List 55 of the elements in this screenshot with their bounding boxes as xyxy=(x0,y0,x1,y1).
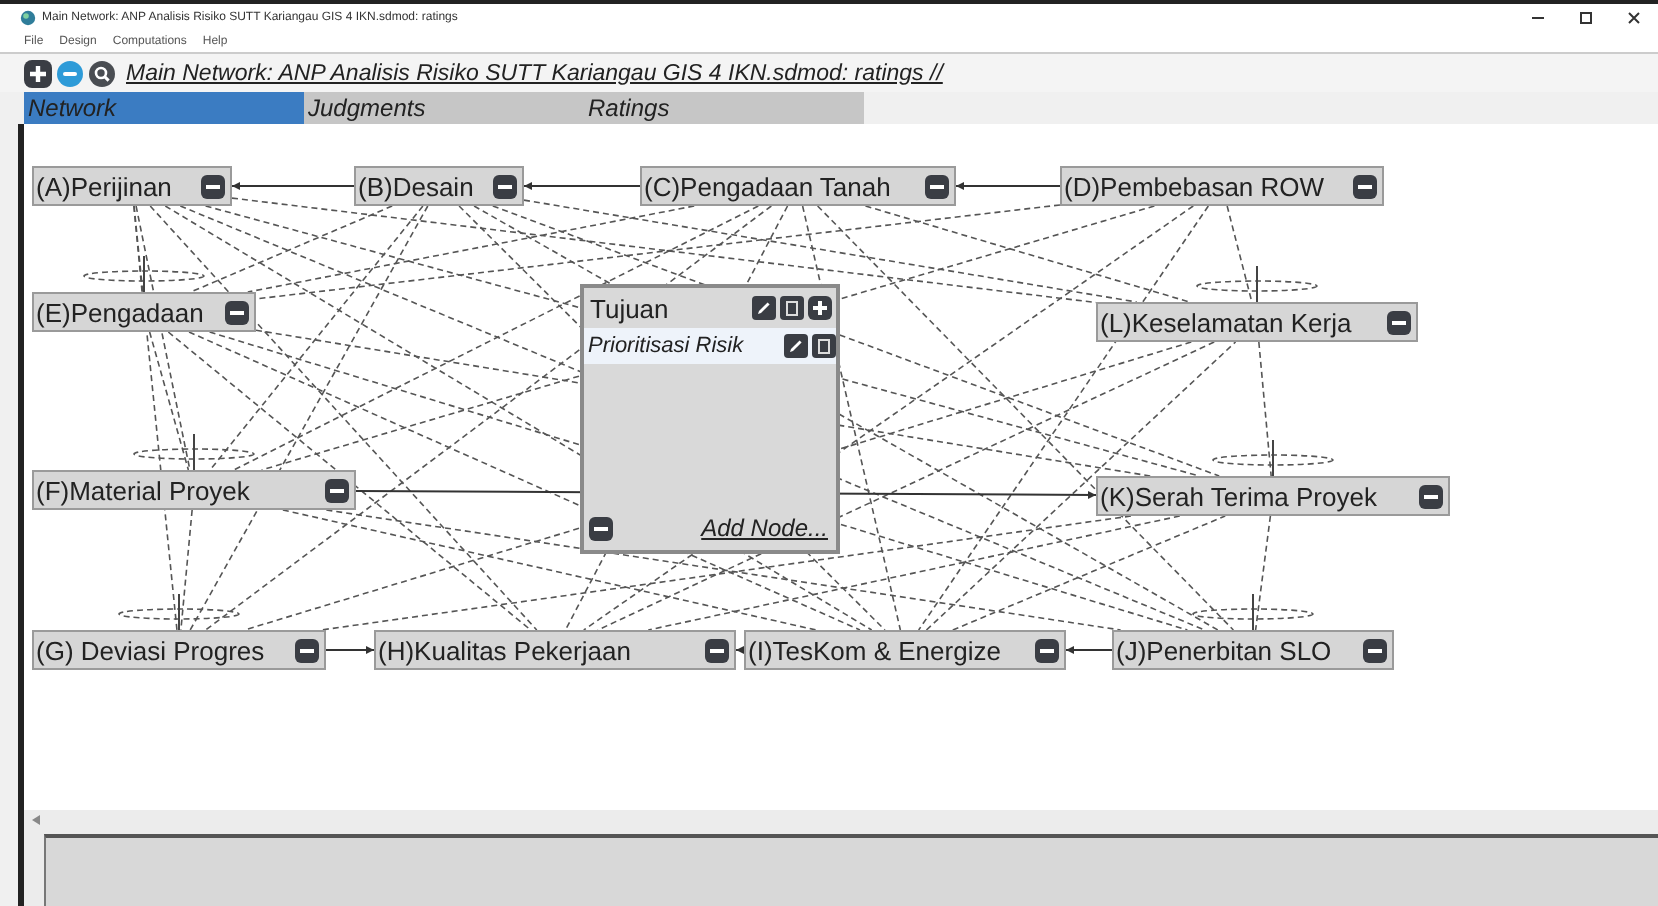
edit-icon[interactable] xyxy=(752,296,776,320)
loop-marker xyxy=(118,593,240,631)
panel-item[interactable]: Prioritisasi Risik xyxy=(584,328,836,364)
close-icon[interactable] xyxy=(1626,10,1642,26)
collapse-icon[interactable] xyxy=(324,477,350,503)
network-node[interactable]: (K)Serah Terima Proyek xyxy=(1096,476,1450,516)
collapse-icon[interactable] xyxy=(1362,637,1388,663)
connector-arrow xyxy=(523,182,641,190)
tab[interactable]: Ratings xyxy=(584,92,864,124)
network-node[interactable]: (I)TesKom & Energize xyxy=(744,630,1066,670)
edit-icon[interactable] xyxy=(784,334,808,358)
app-icon xyxy=(20,10,36,26)
collapse-icon[interactable] xyxy=(1352,173,1378,199)
collapse-icon[interactable] xyxy=(704,637,730,663)
network-node[interactable]: (D)Pembebasan ROW xyxy=(1060,166,1384,206)
delete-icon[interactable] xyxy=(812,334,836,358)
tab[interactable]: Judgments xyxy=(304,92,584,124)
collapse-icon[interactable] xyxy=(588,515,614,541)
network-node[interactable]: (L)Keselamatan Kerja xyxy=(1096,302,1418,342)
network-node[interactable]: (E)Pengadaan xyxy=(32,292,256,332)
search-icon[interactable] xyxy=(88,59,116,87)
loop-marker xyxy=(1212,439,1334,477)
collapse-icon[interactable] xyxy=(924,173,950,199)
connector-arrow xyxy=(231,182,355,190)
add-icon[interactable] xyxy=(24,59,52,87)
collapse-icon[interactable] xyxy=(294,637,320,663)
panel-title: Tujuan xyxy=(590,293,671,323)
collapse-icon[interactable] xyxy=(224,299,250,325)
loop-marker xyxy=(1192,593,1314,631)
item-label: Prioritisasi Risik xyxy=(588,334,746,358)
network-node[interactable]: (B)Desain xyxy=(354,166,524,206)
connector-arrow xyxy=(325,646,375,654)
network-node[interactable]: (H)Kualitas Pekerjaan xyxy=(374,630,736,670)
tab[interactable]: Network xyxy=(24,92,304,124)
collapse-icon[interactable] xyxy=(492,173,518,199)
loop-marker xyxy=(1196,265,1318,303)
connector-arrow xyxy=(1065,646,1113,654)
add-node-link[interactable]: Add Node... xyxy=(701,514,828,542)
network-node[interactable]: (A)Perijinan xyxy=(32,166,232,206)
loop-marker xyxy=(83,255,205,293)
collapse-icon[interactable] xyxy=(1034,637,1060,663)
loop-marker xyxy=(133,433,255,471)
collapse-icon[interactable] xyxy=(200,173,226,199)
add-icon[interactable] xyxy=(808,296,832,320)
network-node[interactable]: (C)Pengadaan Tanah xyxy=(640,166,956,206)
network-node[interactable]: (G) Deviasi Progres xyxy=(32,630,326,670)
connector-arrow xyxy=(955,182,1061,190)
collapse-icon[interactable] xyxy=(1418,483,1444,509)
network-node[interactable]: (F)Material Proyek xyxy=(32,470,356,510)
collapse-icon[interactable] xyxy=(1386,309,1412,335)
connector-line xyxy=(1254,515,1272,631)
connector-line xyxy=(1258,341,1272,477)
maximize-icon[interactable] xyxy=(1578,10,1594,26)
network-node[interactable]: (J)Penerbitan SLO xyxy=(1112,630,1394,670)
delete-icon[interactable] xyxy=(780,296,804,320)
